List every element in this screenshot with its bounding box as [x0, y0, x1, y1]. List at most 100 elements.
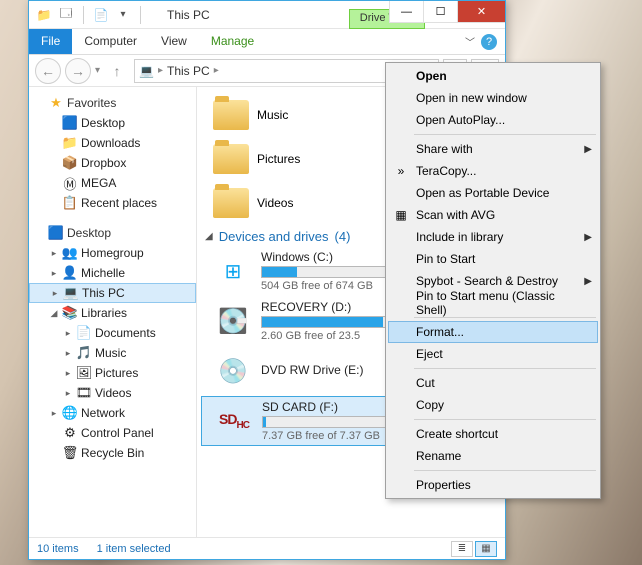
expand-icon[interactable]: ▸: [61, 348, 75, 359]
tree-item-icon: 📋: [61, 195, 79, 211]
tree-item[interactable]: ▸👤Michelle: [29, 263, 196, 283]
menu-item[interactable]: Share with▶: [388, 138, 598, 160]
expand-icon[interactable]: ▸: [48, 288, 62, 299]
quick-access-toolbar: 📁 🗔 📄 ▾: [29, 6, 151, 24]
minimize-button[interactable]: —: [389, 1, 423, 23]
tree-item[interactable]: ▸🎞Videos: [29, 383, 196, 403]
menu-item[interactable]: Cut: [388, 372, 598, 394]
folder-label: Pictures: [257, 152, 300, 166]
menu-item[interactable]: ▦Scan with AVG: [388, 204, 598, 226]
newfolder-icon[interactable]: 📄: [92, 6, 110, 24]
window-title: This PC: [151, 8, 349, 22]
menu-item[interactable]: Pin to Start: [388, 248, 598, 270]
up-button[interactable]: ↑: [104, 58, 130, 84]
status-item-count: 10 items: [37, 543, 79, 555]
tree-item-icon: 👤: [61, 265, 79, 281]
menu-item-label: Copy: [416, 398, 444, 412]
expand-icon[interactable]: ▸: [61, 328, 75, 339]
close-button[interactable]: ✕: [457, 1, 505, 23]
qat-menu-icon[interactable]: ▾: [114, 6, 132, 24]
tree-item-icon: 👥: [61, 245, 79, 261]
section-count: (4): [335, 229, 351, 244]
tree-item[interactable]: 📁Downloads: [29, 133, 196, 153]
tab-manage[interactable]: Manage: [199, 29, 266, 54]
menu-item-label: Properties: [416, 478, 471, 492]
tree-item[interactable]: ▸🌐Network: [29, 403, 196, 423]
star-icon: ★: [47, 95, 65, 111]
tree-item[interactable]: ▸💻This PC: [29, 283, 196, 303]
properties-icon[interactable]: 🗔: [57, 6, 75, 24]
menu-item-icon: »: [392, 164, 410, 178]
tree-item-label: Michelle: [79, 266, 125, 280]
menu-item[interactable]: Rename: [388, 445, 598, 467]
view-details-button[interactable]: ≣: [451, 541, 473, 557]
menu-item-label: Eject: [416, 347, 443, 361]
folder-icon: 📁: [35, 6, 53, 24]
expand-icon[interactable]: ▸: [47, 248, 61, 259]
menu-item-label: TeraCopy...: [416, 164, 476, 178]
folder-icon: [213, 100, 249, 130]
tab-view[interactable]: View: [149, 29, 199, 54]
maximize-button[interactable]: ☐: [423, 1, 457, 23]
breadcrumb-location[interactable]: This PC: [167, 64, 210, 78]
collapse-icon[interactable]: ◢: [205, 231, 213, 242]
breadcrumb-chevron-icon[interactable]: ▸: [214, 65, 219, 76]
tree-item[interactable]: ◢📚Libraries: [29, 303, 196, 323]
tab-computer[interactable]: Computer: [72, 29, 149, 54]
help-icon[interactable]: ?: [481, 34, 497, 50]
capacity-bar: [261, 316, 401, 328]
expand-icon[interactable]: ◢: [47, 308, 61, 319]
expand-icon[interactable]: ▸: [47, 268, 61, 279]
tree-item-label: Desktop: [79, 116, 125, 130]
menu-item[interactable]: Open AutoPlay...: [388, 109, 598, 131]
menu-item[interactable]: Open in new window: [388, 87, 598, 109]
tab-file[interactable]: File: [29, 29, 72, 54]
menu-item[interactable]: Include in library▶: [388, 226, 598, 248]
tree-item-icon: 📄: [75, 325, 93, 341]
tree-header-desktop[interactable]: 🟦 Desktop: [29, 223, 196, 243]
tree-item[interactable]: 🟦Desktop: [29, 113, 196, 133]
submenu-arrow-icon: ▶: [584, 144, 592, 155]
view-tiles-button[interactable]: ▦: [475, 541, 497, 557]
menu-item[interactable]: Eject: [388, 343, 598, 365]
context-menu: OpenOpen in new windowOpen AutoPlay... Sh…: [385, 62, 601, 499]
folder-label: Music: [257, 108, 288, 122]
tree-desktop: 🟦 Desktop ▸👥Homegroup▸👤Michelle▸💻This PC…: [29, 223, 196, 463]
tree-item-label: MEGA: [79, 176, 116, 190]
history-dropdown-icon[interactable]: ▾: [95, 65, 100, 76]
menu-item[interactable]: Properties: [388, 474, 598, 496]
expand-icon[interactable]: ▸: [61, 368, 75, 379]
expand-icon[interactable]: ▸: [47, 408, 61, 419]
tree-item[interactable]: ▸🎵Music: [29, 343, 196, 363]
tree-item[interactable]: ▸📄Documents: [29, 323, 196, 343]
menu-item[interactable]: Open as Portable Device: [388, 182, 598, 204]
tree-item[interactable]: 📦Dropbox: [29, 153, 196, 173]
forward-button[interactable]: →: [65, 58, 91, 84]
tree-item[interactable]: ⚙Control Panel: [29, 423, 196, 443]
menu-item[interactable]: Copy: [388, 394, 598, 416]
tree-item[interactable]: 🗑Recycle Bin: [29, 443, 196, 463]
menu-separator: [414, 368, 596, 369]
tree-item[interactable]: ▸🖼Pictures: [29, 363, 196, 383]
drive-icon: 💽: [213, 305, 253, 337]
tree-item-label: Libraries: [79, 306, 127, 320]
menu-item[interactable]: Format...: [388, 321, 598, 343]
tree-header-favorites[interactable]: ★ Favorites: [29, 93, 196, 113]
tree-item[interactable]: ⓂMEGA: [29, 173, 196, 193]
tree-item[interactable]: ▸👥Homegroup: [29, 243, 196, 263]
tree-item[interactable]: 📋Recent places: [29, 193, 196, 213]
menu-item[interactable]: » TeraCopy...: [388, 160, 598, 182]
menu-item[interactable]: Open: [388, 65, 598, 87]
menu-item[interactable]: Create shortcut: [388, 423, 598, 445]
menu-item-label: Format...: [416, 325, 464, 339]
back-button[interactable]: ←: [35, 58, 61, 84]
tree-item-icon: 📦: [61, 155, 79, 171]
expand-icon[interactable]: ▸: [61, 388, 75, 399]
pc-icon: 💻: [139, 64, 154, 78]
ribbon-collapse-icon[interactable]: ﹀: [465, 34, 475, 49]
breadcrumb-chevron-icon[interactable]: ▸: [158, 65, 163, 76]
section-label: Devices and drives: [219, 229, 329, 244]
menu-item[interactable]: Pin to Start menu (Classic Shell): [388, 292, 598, 314]
submenu-arrow-icon: ▶: [584, 276, 592, 287]
tree-item-label: Pictures: [93, 366, 138, 380]
